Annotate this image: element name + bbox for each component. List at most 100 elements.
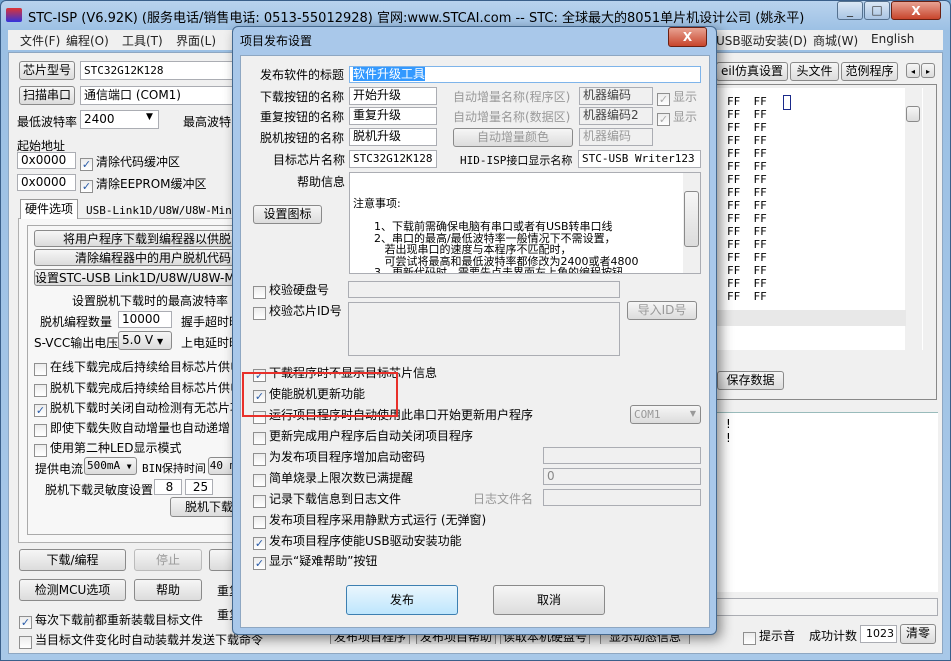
cancel-button[interactable]: 取消 [493,585,605,615]
port-select[interactable]: 通信端口 (COM1) [80,86,240,105]
inc-color-button[interactable]: 自动增量颜色 [453,128,573,147]
tab-header-file[interactable]: 头文件 [790,62,839,81]
count-input[interactable]: 10000 [118,311,172,328]
stop-button[interactable]: 停止 [134,549,202,571]
option-label: 即使下载失败自动增量也自动递增 [50,421,231,435]
verify-disk-checkbox[interactable]: ✓校验硬盘号 [253,281,329,299]
checkbox-icon[interactable]: ✓ [253,516,266,529]
download-program-button[interactable]: 下载/编程 [19,549,126,571]
download-btn-name-input[interactable]: 开始升级 [349,87,437,105]
menu-english[interactable]: English [871,32,914,46]
hex-horizontal-scrollbar[interactable] [716,310,906,326]
clear-count-button[interactable]: 清零 [900,624,936,644]
svcc-select[interactable]: 5.0 V ▼ [118,331,172,350]
limit-count-input: 0 [543,468,701,485]
reload-checkbox[interactable]: ✓ 每次下载前都重新装载目标文件 [19,611,203,629]
dialog-option-5[interactable]: ✓简单烧录上限次数已满提醒 [253,469,413,487]
clear-eeprom-checkbox[interactable]: ✓ 清除EEPROM缓冲区 [80,175,207,193]
address-field-1[interactable]: 0x0000 [17,152,76,169]
offline-download-button[interactable]: 脱机下载 [170,497,238,517]
max-baud-title: 设置脱机下载时的最高波特率 [72,294,229,308]
left-option-0[interactable]: ✓在线下载完成后持续给目标芯片供电 [34,358,242,376]
com-port-select[interactable]: COM1 ▼ [630,405,701,424]
dialog-option-9[interactable]: ✓ 显示“疑难帮助”按钮 [253,552,377,570]
clear-programmer-button[interactable]: 清除编程器中的用户脱机代码 [34,249,238,266]
sensitivity-input-1[interactable]: 8 [154,479,182,495]
offline-btn-name-input[interactable]: 脱机升级 [349,128,437,146]
verify-chip-id-checkbox[interactable]: ✓校验芯片ID号 [253,302,342,320]
current-select[interactable]: 500mA ▼ [84,457,137,475]
checkbox-icon[interactable]: ✓ [253,537,266,550]
help-button[interactable]: 帮助 [134,579,202,601]
svcc-value: 5.0 V [122,333,154,347]
publish-button[interactable]: 发布 [346,585,458,615]
checkbox-icon[interactable]: ✓ [253,453,266,466]
show-prog-checkbox[interactable]: ✓ 显示 [657,88,697,106]
sensitivity-input-2[interactable]: 25 [185,479,213,495]
checkbox-icon[interactable]: ✓ [253,474,266,487]
hex-line: FF FF [727,264,767,277]
menu-program[interactable]: 编程(O) [66,32,109,49]
auto-load-checkbox[interactable]: ✓当目标文件变化时自动装载并发送下载命令 [19,631,263,649]
close-button[interactable]: X [891,1,941,20]
help-scrollbar[interactable] [683,173,700,273]
hid-name-input[interactable]: STC-USB Writer123 [578,150,701,168]
dialog-option-7[interactable]: ✓发布项目程序采用静默方式运行 (无弹窗) [253,511,486,529]
left-option-3[interactable]: ✓即使下载失败自动增量也自动递增 [34,419,230,437]
dialog-option-8[interactable]: ✓ 发布项目程序使能USB驱动安装功能 [253,532,462,550]
left-option-2[interactable]: ✓ 脱机下载时关闭自动检测有无芯片功 [34,399,242,417]
chip-select[interactable]: STC32G12K128 [80,61,240,80]
software-title-input[interactable]: 软件升级工具 [349,66,701,83]
address-field-2[interactable]: 0x0000 [17,174,76,191]
hex-line: FF FF [727,277,767,290]
import-id-button[interactable]: 导入ID号 [627,301,697,320]
hex-vertical-scrollbar[interactable] [905,88,922,350]
chevron-down-icon: ▼ [689,409,696,418]
inc-data-input[interactable]: 机器编码2 [579,107,653,125]
dialog-option-4[interactable]: ✓为发布项目程序增加启动密码 [253,448,425,466]
tab-scroll-right-icon[interactable]: ▸ [921,63,935,78]
save-data-button[interactable]: 保存数据 [717,371,784,390]
tab-hardware-options[interactable]: 硬件选项 [20,199,78,219]
clear-code-checkbox[interactable]: ✓ 清除代码缓冲区 [80,153,180,171]
target-chip-input[interactable]: STC32G12K128 [349,150,437,168]
current-value: 500mA [87,459,121,472]
chip-type-button[interactable]: 芯片型号 [19,61,75,80]
help-text: 注意事项: 1、下载前需确保电脑有串口或者有USB转串口线 2、串口的最高/最低… [353,198,700,273]
show-data-checkbox[interactable]: ✓ 显示 [657,108,697,126]
chevron-down-icon: ▼ [156,337,164,346]
tab-keil-settings[interactable]: eil仿真设置 [716,62,788,81]
checkbox-icon[interactable]: ✓ [253,432,266,445]
minimize-button[interactable]: _ [837,1,863,20]
dialog-option-3[interactable]: ✓更新完成用户程序后自动关闭项目程序 [253,427,473,445]
scroll-thumb[interactable] [906,106,920,122]
scan-port-button[interactable]: 扫描串口 [19,86,75,105]
tab-usb-link[interactable]: USB-Link1D/U8W/U8W-Mini脱 [86,202,249,218]
menu-file[interactable]: 文件(F) [20,32,60,49]
left-option-1[interactable]: ✓脱机下载完成后持续给目标芯片供电 [34,379,242,397]
set-icon-button[interactable]: 设置图标 [253,205,322,224]
download-to-programmer-button[interactable]: 将用户程序下载到编程器以供脱 [34,230,238,247]
tab-examples[interactable]: 范例程序 [841,62,898,81]
menu-view[interactable]: 界面(L) [176,32,216,49]
dialog-close-button[interactable]: X [668,27,707,47]
help-info-textarea[interactable]: 注意事项: 1、下载前需确保电脑有串口或者有USB转串口线 2、串口的最高/最低… [349,172,701,274]
software-title-value: 软件升级工具 [353,67,426,81]
dialog-option-6[interactable]: ✓记录下载信息到日志文件 [253,490,401,508]
repeat-btn-name-input[interactable]: 重复升级 [349,107,437,125]
tab-scroll-left-icon[interactable]: ◂ [906,63,920,78]
setup-usb-link-button[interactable]: 设置STC-USB Link1D/U8W/U8W-Mi [34,269,238,286]
scroll-thumb[interactable] [684,191,699,247]
beep-checkbox[interactable]: ✓提示音 [743,627,795,645]
checkbox-icon[interactable]: ✓ [253,557,266,570]
menu-usb-driver[interactable]: USB驱动安装(D) [716,32,807,49]
hex-line: FF FF [727,95,767,108]
hex-line: FF FF [727,199,767,212]
detect-mcu-button[interactable]: 检测MCU选项 [19,579,126,601]
checkbox-icon[interactable]: ✓ [253,495,266,508]
maximize-button[interactable]: □ [864,1,890,20]
left-option-4[interactable]: ✓使用第二种LED显示模式 [34,439,182,457]
menu-shop[interactable]: 商城(W) [813,32,858,49]
menu-tools[interactable]: 工具(T) [122,32,163,49]
inc-prog-input[interactable]: 机器编码 [579,87,653,105]
